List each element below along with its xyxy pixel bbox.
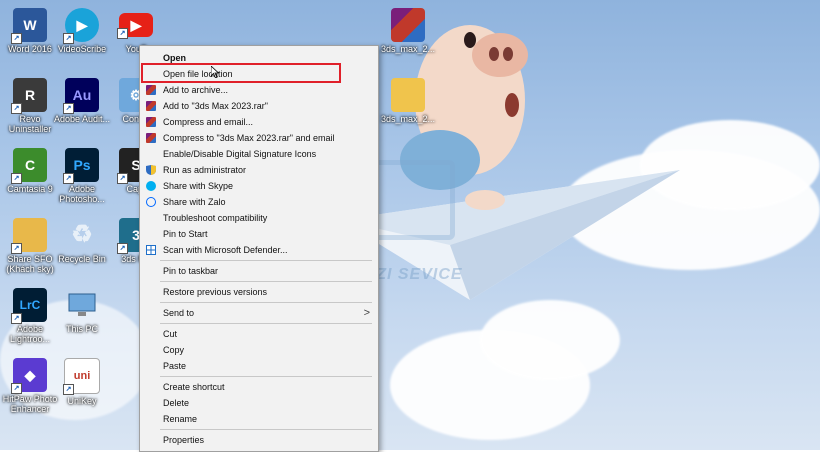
lightroom-icon: LrC ↗: [11, 288, 47, 324]
videoscribe-icon: ▶ ↗: [63, 8, 99, 44]
shortcut-arrow-icon: ↗: [63, 173, 74, 184]
menu-item-add-to-archive[interactable]: Add to archive...: [140, 82, 378, 98]
audition-icon: Au ↗: [63, 78, 99, 114]
revo-uninstaller-icon: R ↗: [11, 78, 47, 114]
winrar-icon: [146, 133, 156, 143]
context-menu: Open Open file location Add to archive..…: [139, 45, 379, 452]
shortcut-arrow-icon: ↗: [11, 313, 22, 324]
menu-item-rename[interactable]: Rename: [140, 411, 378, 427]
desktop-icon-label: 3ds_max_2...: [380, 114, 436, 124]
winrar-icon: [146, 85, 156, 95]
folder-icon: ↗: [11, 218, 47, 254]
hitpaw-icon: ◆ ↗: [11, 358, 47, 394]
desktop-icon-label: Recycle Bin: [58, 254, 106, 264]
shortcut-arrow-icon: ↗: [11, 383, 22, 394]
desktop-icon-unikey[interactable]: uni ↗ UniKey: [52, 358, 112, 406]
photoshop-icon: Ps ↗: [63, 148, 99, 184]
shield-icon: [146, 165, 156, 175]
menu-item-scan-defender[interactable]: Scan with Microsoft Defender...: [140, 242, 378, 258]
menu-item-delete[interactable]: Delete: [140, 395, 378, 411]
menu-item-copy[interactable]: Copy: [140, 342, 378, 358]
skype-icon: [146, 181, 156, 191]
desktop-icon-label: Adobe Audit...: [53, 114, 111, 124]
shortcut-arrow-icon: ↗: [63, 384, 74, 395]
menu-separator: [160, 323, 372, 324]
menu-item-share-skype[interactable]: Share with Skype: [140, 178, 378, 194]
desktop-icon-3ds-max-archive[interactable]: 3ds_max_2...: [378, 8, 438, 54]
menu-item-add-to-rar[interactable]: Add to "3ds Max 2023.rar": [140, 98, 378, 114]
menu-item-properties[interactable]: Properties: [140, 432, 378, 448]
winrar-icon: [146, 117, 156, 127]
shortcut-arrow-icon: ↗: [63, 103, 74, 114]
desktop-icon-label: UniKey: [67, 396, 97, 406]
desktop-icon-label: Adobe Photosho...: [59, 184, 105, 204]
desktop-icon-label: This PC: [65, 324, 98, 334]
desktop-icon-photoshop[interactable]: Ps ↗ Adobe Photosho...: [52, 148, 112, 204]
menu-item-compress-to-rar-and-email[interactable]: Compress to "3ds Max 2023.rar" and email: [140, 130, 378, 146]
desktop-icon-lightroom[interactable]: LrC ↗ Adobe Lightroo...: [0, 288, 60, 344]
menu-separator: [160, 376, 372, 377]
desktop-icon-word[interactable]: W ↗ Word 2016: [0, 8, 60, 54]
menu-item-pin-to-start[interactable]: Pin to Start: [140, 226, 378, 242]
menu-item-digital-signature[interactable]: Enable/Disable Digital Signature Icons: [140, 146, 378, 162]
youtube-icon: ▶ ↗: [117, 13, 153, 39]
shortcut-arrow-icon: ↗: [117, 243, 128, 254]
desktop-icon-share-sfo[interactable]: ↗ Share SFO (Khách sky): [0, 218, 60, 274]
word-icon: W ↗: [11, 8, 47, 44]
desktop-icon-label: Word 2016: [8, 44, 52, 54]
this-pc-icon: [65, 288, 99, 322]
menu-separator: [160, 429, 372, 430]
desktop-icon-label: 3ds_max_2...: [380, 44, 436, 54]
menu-item-troubleshoot[interactable]: Troubleshoot compatibility: [140, 210, 378, 226]
desktop-icon-videoscribe[interactable]: ▶ ↗ VideoScribe: [52, 8, 112, 54]
winrar-archive-icon: [391, 8, 425, 42]
defender-icon: [146, 245, 156, 255]
menu-item-run-as-admin[interactable]: Run as administrator: [140, 162, 378, 178]
unikey-icon: uni ↗: [63, 358, 100, 395]
desktop-icon-revo-uninstaller[interactable]: R ↗ Revo Uninstaller: [0, 78, 60, 134]
desktop-icon-this-pc[interactable]: This PC: [52, 288, 112, 334]
desktop-icon-label: Revo Uninstaller: [8, 114, 52, 134]
mouse-cursor-icon: [211, 66, 219, 78]
menu-item-pin-to-taskbar[interactable]: Pin to taskbar: [140, 263, 378, 279]
desktop-icon-label: HitPaw Photo Enhancer: [2, 394, 58, 414]
shortcut-arrow-icon: ↗: [117, 173, 128, 184]
menu-item-send-to[interactable]: Send to >: [140, 305, 378, 321]
winrar-icon: [146, 101, 156, 111]
chevron-right-icon: >: [363, 307, 370, 319]
shortcut-arrow-icon: ↗: [11, 173, 22, 184]
desktop-icon-label: Adobe Lightroo...: [9, 324, 51, 344]
desktop-icon-camtasia[interactable]: C ↗ Camtasia 9: [0, 148, 60, 194]
desktop-icon-recycle-bin[interactable]: ♻ Recycle Bin: [52, 218, 112, 265]
menu-item-restore-previous[interactable]: Restore previous versions: [140, 284, 378, 300]
cloud: [480, 300, 620, 380]
camtasia-icon: C ↗: [11, 148, 47, 184]
folder-icon: [391, 78, 425, 112]
zalo-icon: [146, 197, 156, 207]
desktop-icon-hitpaw[interactable]: ◆ ↗ HitPaw Photo Enhancer: [0, 358, 60, 414]
shortcut-arrow-icon: ↗: [117, 28, 128, 39]
desktop-icon-label: VideoScribe: [57, 44, 107, 54]
desktop: DOLOZI SEVICE W ↗ Word 2016 R ↗ Revo Unins…: [0, 0, 820, 450]
menu-separator: [160, 302, 372, 303]
desktop-icon-3ds-max-folder[interactable]: 3ds_max_2...: [378, 78, 438, 124]
menu-item-compress-and-email[interactable]: Compress and email...: [140, 114, 378, 130]
shortcut-arrow-icon: ↗: [11, 33, 22, 44]
desktop-icon-label: Camtasia 9: [7, 184, 53, 194]
highlight-box: [141, 63, 341, 83]
shortcut-arrow-icon: ↗: [11, 103, 22, 114]
shortcut-arrow-icon: ↗: [11, 243, 22, 254]
menu-item-cut[interactable]: Cut: [140, 326, 378, 342]
desktop-icon-label: Share SFO (Khách sky): [6, 254, 54, 274]
menu-item-paste[interactable]: Paste: [140, 358, 378, 374]
shortcut-arrow-icon: ↗: [63, 33, 74, 44]
menu-item-create-shortcut[interactable]: Create shortcut: [140, 379, 378, 395]
recycle-bin-icon: ♻: [71, 221, 93, 248]
menu-separator: [160, 281, 372, 282]
menu-separator: [160, 260, 372, 261]
desktop-icon-audition[interactable]: Au ↗ Adobe Audit...: [52, 78, 112, 124]
menu-item-share-zalo[interactable]: Share with Zalo: [140, 194, 378, 210]
